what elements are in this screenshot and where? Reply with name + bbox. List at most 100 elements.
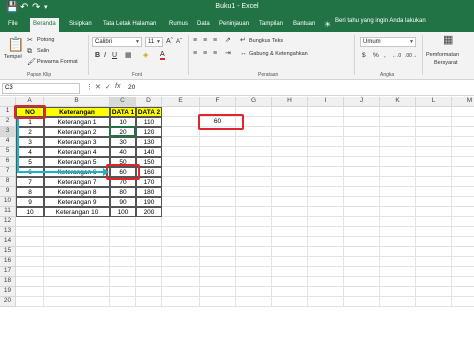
grid-cell[interactable] <box>236 267 272 277</box>
grid-cell[interactable] <box>200 297 236 307</box>
grid-cell[interactable] <box>162 107 200 117</box>
grid-cell[interactable] <box>452 197 474 207</box>
grid-cell[interactable] <box>136 267 162 277</box>
column-header-e[interactable]: E <box>162 97 200 107</box>
grid-cell[interactable] <box>236 287 272 297</box>
grid-cell[interactable] <box>416 247 452 257</box>
grid-cell[interactable] <box>344 197 380 207</box>
table-cell[interactable]: 100 <box>110 207 136 217</box>
grid-cell[interactable] <box>344 107 380 117</box>
grid-cell[interactable] <box>380 197 416 207</box>
grid-cell[interactable] <box>44 237 110 247</box>
table-cell[interactable]: Keterangan 5 <box>44 157 110 167</box>
grid-cell[interactable] <box>452 277 474 287</box>
grid-cell[interactable] <box>452 127 474 137</box>
grid-cell[interactable] <box>452 217 474 227</box>
grid-cell[interactable] <box>272 267 308 277</box>
table-cell[interactable]: Keterangan 10 <box>44 207 110 217</box>
grid-cell[interactable] <box>162 297 200 307</box>
merge-center-button[interactable]: Gabung & Ketengahkan <box>249 51 308 57</box>
grid-cell[interactable] <box>162 257 200 267</box>
table-cell[interactable]: Keterangan 4 <box>44 147 110 157</box>
row-header-13[interactable]: 13 <box>0 227 16 237</box>
table-cell[interactable]: 90 <box>110 197 136 207</box>
grid-cell[interactable] <box>44 257 110 267</box>
table-cell[interactable]: Keterangan 2 <box>44 127 110 137</box>
grid-cell[interactable] <box>416 257 452 267</box>
grid-cell[interactable] <box>308 217 344 227</box>
grid-cell[interactable] <box>344 217 380 227</box>
grid-cell[interactable] <box>344 177 380 187</box>
grid-cell[interactable] <box>16 217 44 227</box>
grid-cell[interactable] <box>452 237 474 247</box>
more-options-icon[interactable]: ⋮ <box>86 83 93 91</box>
grid-cell[interactable] <box>344 297 380 307</box>
grid-cell[interactable] <box>416 237 452 247</box>
row-header-10[interactable]: 10 <box>0 197 16 207</box>
align-left-icon[interactable]: ≡ <box>193 50 197 58</box>
align-middle-icon[interactable]: ≡ <box>203 37 207 45</box>
grid-cell[interactable] <box>110 287 136 297</box>
grid-cell[interactable] <box>308 287 344 297</box>
row-header-15[interactable]: 15 <box>0 247 16 257</box>
grid-cell[interactable] <box>44 287 110 297</box>
grid-cell[interactable] <box>380 297 416 307</box>
conditional-formatting-button[interactable]: Pemformatan <box>426 52 459 58</box>
tab-beranda[interactable]: Beranda <box>30 18 59 32</box>
align-center-icon[interactable]: ≡ <box>203 50 207 58</box>
name-box[interactable]: C3 <box>2 83 80 94</box>
conditional-formatting-icon[interactable]: ▦ <box>443 35 453 46</box>
grid-cell[interactable] <box>380 217 416 227</box>
grid-cell[interactable] <box>416 177 452 187</box>
grid-cell[interactable] <box>416 197 452 207</box>
table-cell[interactable]: Keterangan 8 <box>44 187 110 197</box>
tab-sisipkan[interactable]: Sisipkan <box>66 18 95 32</box>
row-header-18[interactable]: 18 <box>0 277 16 287</box>
font-name-dropdown[interactable]: Calibri ▼ <box>92 37 142 47</box>
grid-cell[interactable] <box>110 267 136 277</box>
table-cell[interactable]: 3 <box>16 137 44 147</box>
grid-cell[interactable] <box>16 247 44 257</box>
cut-button[interactable]: Potong <box>37 37 54 43</box>
table-cell[interactable]: 30 <box>110 137 136 147</box>
table-cell[interactable]: 80 <box>110 187 136 197</box>
fill-color-icon[interactable]: ◈ <box>143 52 148 60</box>
grid-cell[interactable] <box>380 207 416 217</box>
grid-cell[interactable] <box>272 257 308 267</box>
grid-cell[interactable] <box>162 237 200 247</box>
font-size-dropdown[interactable]: 11 ▼ <box>145 37 163 47</box>
grid-cell[interactable] <box>344 157 380 167</box>
indent-icon[interactable]: ⇥ <box>225 50 231 58</box>
tab-bantuan[interactable]: Bantuan <box>290 18 318 32</box>
grid-cell[interactable] <box>162 197 200 207</box>
column-header-d[interactable]: D <box>136 97 162 107</box>
grid-cell[interactable] <box>380 147 416 157</box>
row-header-19[interactable]: 19 <box>0 287 16 297</box>
grid-cell[interactable] <box>344 287 380 297</box>
grid-cell[interactable] <box>272 157 308 167</box>
grid-cell[interactable] <box>16 287 44 297</box>
grid-cell[interactable] <box>452 177 474 187</box>
grid-cell[interactable] <box>308 257 344 267</box>
grid-cell[interactable] <box>380 227 416 237</box>
table-cell[interactable]: Keterangan 9 <box>44 197 110 207</box>
decrease-font-icon[interactable]: Aˇ <box>176 39 182 45</box>
decrease-decimal-icon[interactable]: .00→ <box>405 53 417 59</box>
border-icon[interactable]: ▦ <box>125 52 132 60</box>
worksheet-grid[interactable]: A B C D E F G H I J K L M 1 2 3 4 5 6 7 8 9 10 11 12 13 14 15 16 17 18… <box>0 97 474 346</box>
grid-cell[interactable] <box>16 237 44 247</box>
grid-cell[interactable] <box>308 197 344 207</box>
grid-cell[interactable] <box>380 127 416 137</box>
column-header-c[interactable]: C <box>110 97 136 107</box>
format-painter-button[interactable]: Pewarna Format <box>37 59 78 65</box>
tab-peninjauan[interactable]: Peninjauan <box>216 18 252 32</box>
grid-cell[interactable] <box>308 297 344 307</box>
grid-cell[interactable] <box>136 297 162 307</box>
format-painter-icon[interactable]: 🖌 <box>27 59 36 67</box>
grid-cell[interactable] <box>162 287 200 297</box>
grid-cell[interactable] <box>308 247 344 257</box>
grid-cell[interactable] <box>308 277 344 287</box>
row-header-16[interactable]: 16 <box>0 257 16 267</box>
grid-cell[interactable] <box>416 267 452 277</box>
grid-cell[interactable] <box>308 267 344 277</box>
